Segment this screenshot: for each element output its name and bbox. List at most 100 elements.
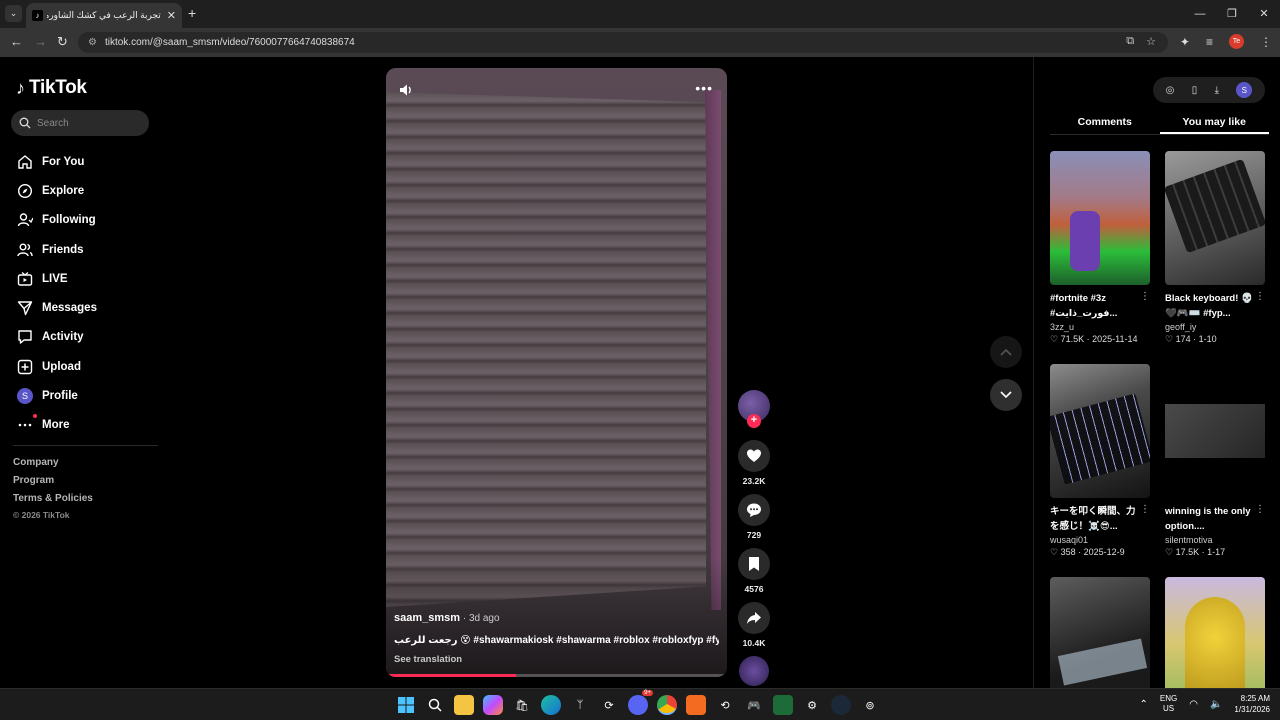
card-thumbnail[interactable]	[1050, 151, 1150, 285]
extensions-icon[interactable]: ✦	[1180, 35, 1190, 49]
app-icon[interactable]	[773, 695, 793, 715]
app-icon[interactable]: ⟳	[599, 695, 619, 715]
tiktok-logo[interactable]: ♪ TikTok	[16, 77, 87, 99]
like-action[interactable]: 23.2K	[737, 440, 771, 486]
app-icon[interactable]: ᛘ	[570, 695, 590, 715]
card-title[interactable]: キーを叩く瞬間、力を感じ！☠️😎...	[1050, 504, 1150, 534]
card-more-icon[interactable]: ⋮	[1140, 504, 1150, 515]
card-username[interactable]: geoff_iy	[1165, 322, 1265, 332]
previous-video-button[interactable]	[990, 336, 1022, 368]
recommended-card[interactable]: キーを叩く瞬間、力を感じ！☠️😎... ⋮ wusaqi01 ♡ 358 · 2…	[1050, 364, 1150, 558]
sidebar-item-for-you[interactable]: For You	[16, 147, 97, 176]
app-icon[interactable]: 🎮	[744, 695, 764, 715]
minimize-icon[interactable]: —	[1184, 0, 1216, 28]
install-app-icon[interactable]: ⧉	[1126, 35, 1134, 48]
share-button[interactable]	[738, 602, 770, 634]
tab-close-icon[interactable]: ✕	[167, 9, 176, 22]
site-info-icon[interactable]: ⚙	[88, 37, 97, 48]
language-indicator[interactable]: ENG US	[1160, 694, 1177, 714]
recommended-card[interactable]	[1050, 577, 1150, 688]
card-username[interactable]: silentmotiva	[1165, 535, 1265, 545]
sidebar-item-explore[interactable]: Explore	[16, 176, 97, 205]
bookmark-star-icon[interactable]: ☆	[1146, 35, 1156, 48]
card-title[interactable]: #fortnite #3z #فورت_ذايت...	[1050, 291, 1150, 321]
reading-list-icon[interactable]: ≡	[1206, 35, 1213, 49]
video-caption[interactable]: رجعت للرعب 😵 #shawarmakiosk #shawarma #r…	[394, 635, 719, 646]
sidebar-item-friends[interactable]: Friends	[16, 235, 97, 264]
card-more-icon[interactable]: ⋮	[1140, 291, 1150, 302]
phone-icon[interactable]: ▯	[1192, 85, 1198, 96]
discord-icon[interactable]: 9+	[628, 690, 653, 715]
sidebar-item-following[interactable]: Following	[16, 206, 97, 235]
taskbar-search-icon[interactable]	[425, 695, 445, 715]
compass-tool-icon[interactable]: ◎	[1166, 85, 1175, 96]
card-more-icon[interactable]: ⋮	[1255, 504, 1265, 515]
sidebar-item-live[interactable]: LIVE	[16, 264, 97, 293]
restore-icon[interactable]: ❐	[1216, 0, 1248, 28]
save-button[interactable]	[738, 548, 770, 580]
video-progress-bar[interactable]	[386, 674, 727, 677]
music-disc-icon[interactable]	[739, 656, 769, 686]
sidebar-item-messages[interactable]: Messages	[16, 293, 97, 322]
tab-comments[interactable]: Comments	[1050, 111, 1160, 134]
follow-plus-icon[interactable]: +	[747, 414, 761, 428]
windows-start-icon[interactable]	[396, 695, 416, 715]
card-thumbnail[interactable]	[1050, 577, 1150, 688]
footer-link-program[interactable]: Program	[13, 475, 93, 493]
browser-menu-icon[interactable]: ⋮	[1260, 35, 1272, 49]
volume-icon[interactable]	[398, 82, 414, 98]
comment-button[interactable]	[738, 494, 770, 526]
edge-icon[interactable]	[541, 695, 561, 715]
user-avatar[interactable]: S	[1236, 82, 1253, 98]
reload-icon[interactable]: ↻	[57, 34, 68, 50]
search-input[interactable]	[37, 117, 137, 129]
like-button[interactable]	[738, 440, 770, 472]
video-author-line[interactable]: saam_smsm · 3d ago	[394, 612, 500, 624]
tab-search-chevron-icon[interactable]: ⌄	[5, 5, 22, 22]
recommended-card[interactable]	[1165, 577, 1265, 688]
url-text[interactable]: tiktok.com/@saam_smsm/video/760007766474…	[105, 37, 355, 48]
recommended-card[interactable]: #fortnite #3z #فورت_ذايت... ⋮ 3zz_u ♡ 71…	[1050, 151, 1150, 345]
forward-icon[interactable]: →	[34, 34, 47, 49]
download-icon[interactable]: ⤓	[1215, 85, 1219, 96]
app-icon[interactable]: ⊚	[860, 695, 880, 715]
tray-chevron-up-icon[interactable]: ⌃	[1139, 699, 1147, 710]
footer-link-terms[interactable]: Terms & Policies	[13, 493, 93, 511]
sidebar-item-more[interactable]: More	[16, 411, 97, 440]
card-thumbnail[interactable]	[1165, 364, 1265, 498]
card-more-icon[interactable]: ⋮	[1255, 291, 1265, 302]
chrome-icon[interactable]	[657, 695, 677, 715]
volume-tray-icon[interactable]: 🔈	[1210, 699, 1222, 710]
card-thumbnail[interactable]	[1050, 364, 1150, 498]
window-close-icon[interactable]: ✕	[1248, 0, 1280, 28]
address-bar[interactable]: ⚙ tiktok.com/@saam_smsm/video/7600077664…	[78, 32, 1168, 53]
footer-link-company[interactable]: Company	[13, 457, 93, 475]
steam-icon[interactable]	[831, 695, 851, 715]
new-tab-icon[interactable]: +	[188, 5, 196, 21]
back-icon[interactable]: ←	[10, 34, 23, 49]
card-thumbnail[interactable]	[1165, 577, 1265, 688]
recommended-card[interactable]: Black keyboard! 💀🖤🎮⌨️ #fyp... ⋮ geoff_iy…	[1165, 151, 1265, 345]
share-action[interactable]: 10.4K	[737, 602, 771, 648]
app-icon[interactable]	[686, 695, 706, 715]
store-icon[interactable]: 🛍	[512, 695, 532, 715]
sidebar-item-upload[interactable]: Upload	[16, 352, 97, 381]
browser-profile-avatar[interactable]: Te	[1229, 34, 1244, 49]
save-action[interactable]: 4576	[737, 548, 771, 594]
tab-you-may-like[interactable]: You may like	[1159, 111, 1269, 134]
browser-tab[interactable]: ♪ تجربة الرعب في كشك الشاورما | k ✕	[26, 3, 182, 28]
video-player[interactable]: ••• saam_smsm · 3d ago رجعت للرعب 😵 #sha…	[386, 68, 727, 677]
wifi-icon[interactable]: ◠	[1189, 699, 1198, 710]
file-explorer-icon[interactable]	[454, 695, 474, 715]
app-icon[interactable]: ⟲	[715, 695, 735, 715]
card-thumbnail[interactable]	[1165, 151, 1265, 285]
comment-action[interactable]: 729	[737, 494, 771, 540]
next-video-button[interactable]	[990, 379, 1022, 411]
creator-avatar[interactable]: +	[738, 390, 770, 428]
clock[interactable]: 8:25 AM 1/31/2026	[1234, 693, 1270, 715]
copilot-icon[interactable]	[483, 695, 503, 715]
card-title[interactable]: Black keyboard! 💀🖤🎮⌨️ #fyp...	[1165, 291, 1265, 321]
video-author-name[interactable]: saam_smsm	[394, 612, 460, 624]
card-title[interactable]: winning is the only option....	[1165, 504, 1265, 534]
card-username[interactable]: wusaqi01	[1050, 535, 1150, 545]
